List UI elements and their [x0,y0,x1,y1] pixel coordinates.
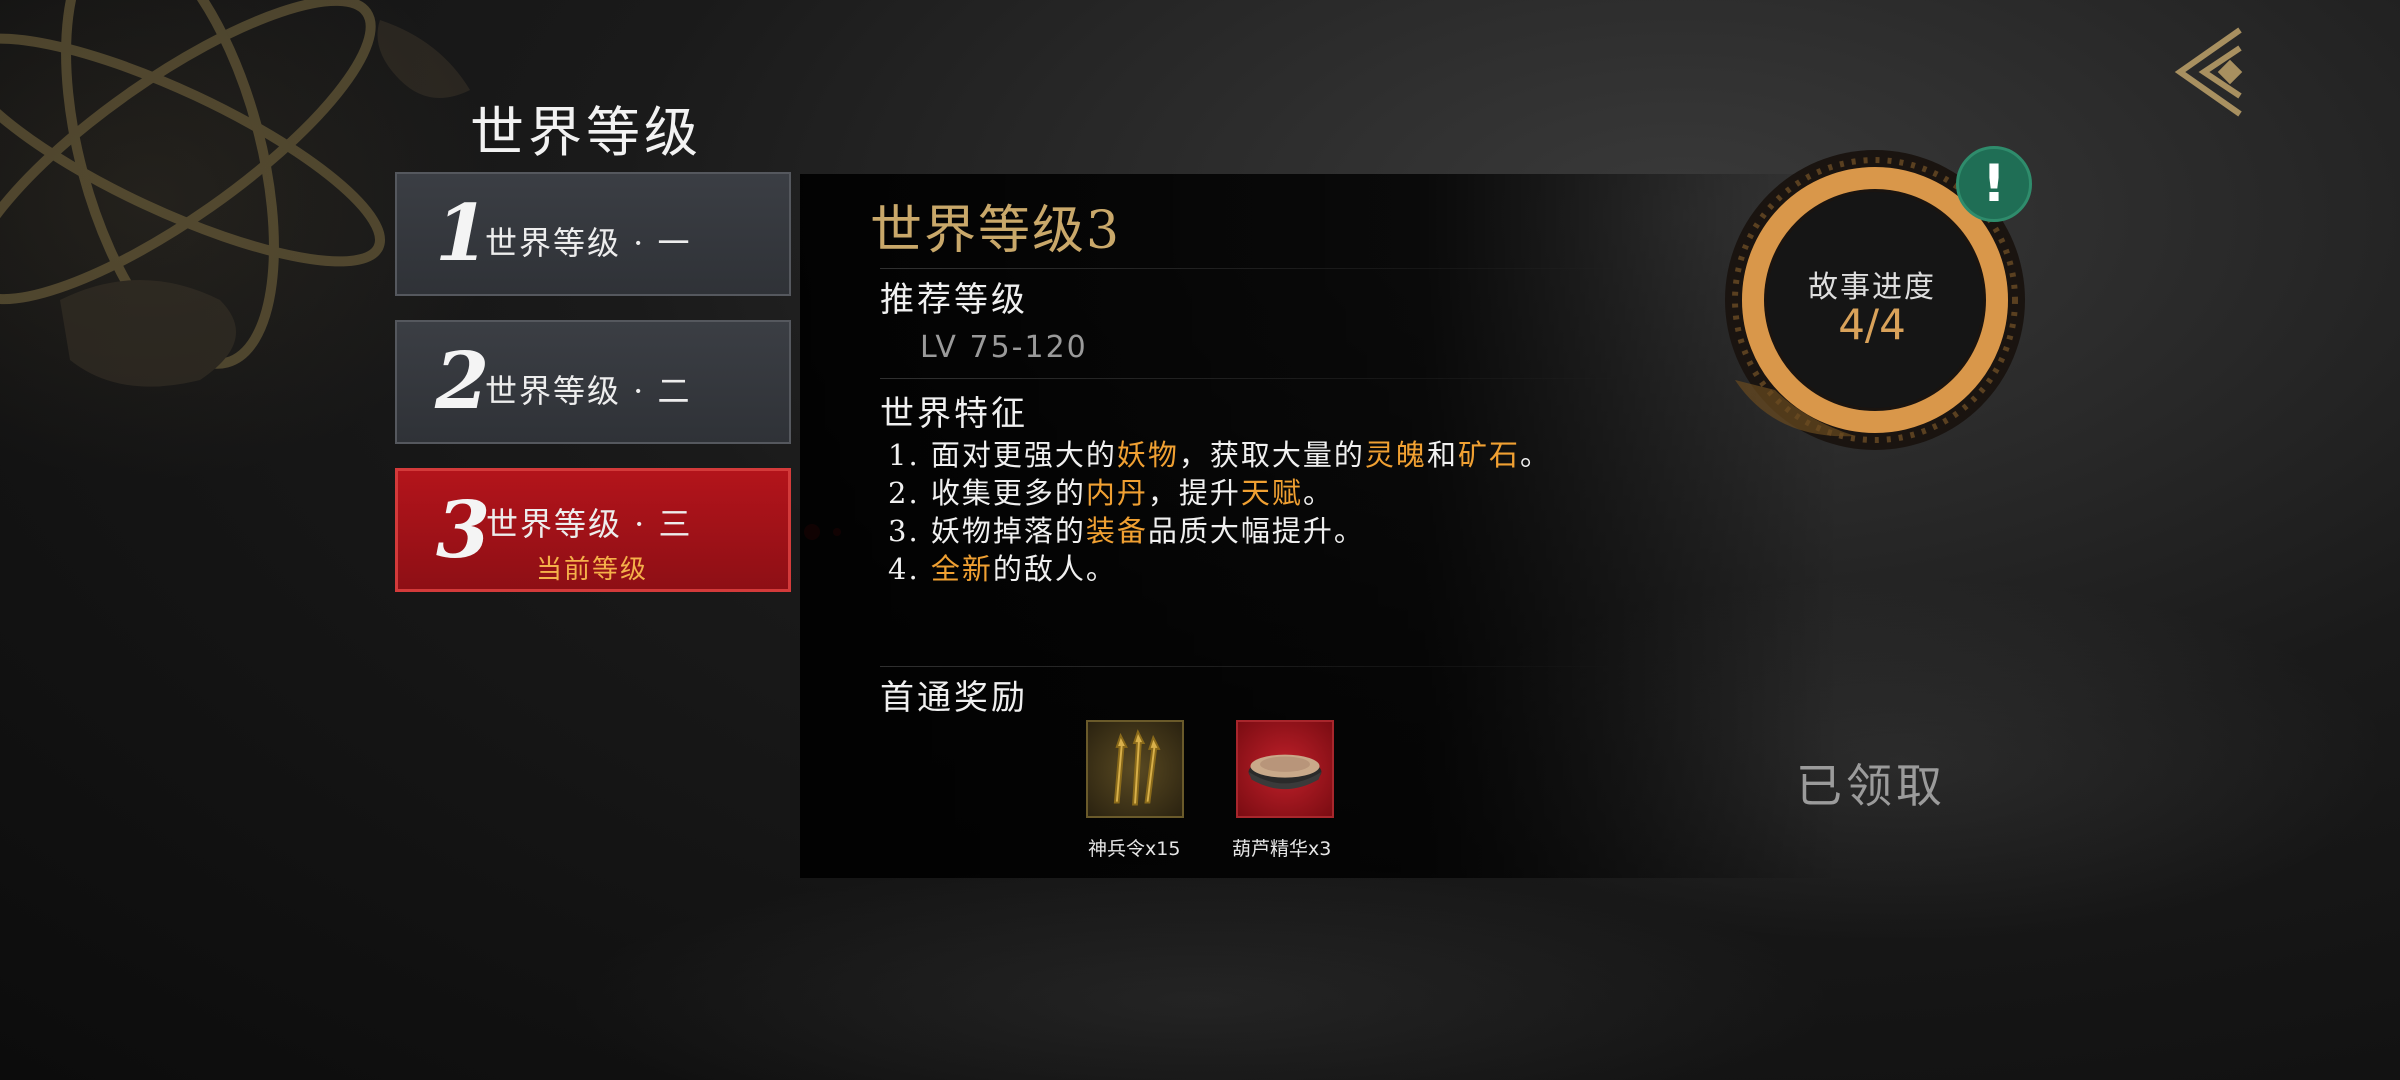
reward-name: 葫芦精华x3 [1232,838,1332,860]
level-range: LV 75-120 [920,330,1088,365]
tab-label: 世界等级 · 三 [486,505,693,543]
feature-item: 3. 妖物掉落的装备品质大幅提升。 [888,514,1365,548]
page-title: 世界等级 [470,101,702,164]
current-level-badge: 当前等级 [536,555,649,585]
tab-label: 世界等级 · 二 [485,372,692,410]
feature-item: 4. 全新的敌人。 [888,552,1117,586]
tab-number: 1 [435,188,490,279]
tab-label: 世界等级 · 一 [485,224,692,262]
tab-world-level-1[interactable]: 1 世界等级 · 一 [395,172,791,296]
essence-bowl-icon [1248,754,1322,790]
recommended-level-heading: 推荐等级 [880,280,1028,320]
feature-item: 1. 面对更强大的妖物，获取大量的灵魄和矿石。 [888,438,1551,472]
detail-title: 世界等级3 [870,201,1122,261]
alert-icon[interactable]: ! [1956,146,2032,222]
divider [880,378,1620,379]
claimed-status: 已领取 [1796,759,1946,813]
back-arrow-icon [2174,27,2243,117]
tab-number: 3 [436,485,491,576]
first-clear-rewards-heading: 首通奖励 [880,678,1028,718]
divider [880,666,1620,667]
reward-slot-2[interactable] [1236,720,1334,818]
story-progress-value: 4/4 [1838,300,1906,349]
divider [880,268,1620,269]
tab-world-level-3[interactable]: 3 世界等级 · 三 当前等级 [395,468,791,592]
golden-tokens-icon [1113,729,1161,806]
world-features-heading: 世界特征 [880,394,1028,434]
back-button[interactable] [2170,24,2250,120]
tab-world-level-2[interactable]: 2 世界等级 · 二 [395,320,791,444]
reward-name: 神兵令x15 [1088,838,1181,860]
reward-slot-1[interactable] [1086,720,1184,818]
feature-item: 2. 收集更多的内丹，提升天赋。 [888,476,1334,510]
tab-number: 2 [435,336,490,427]
